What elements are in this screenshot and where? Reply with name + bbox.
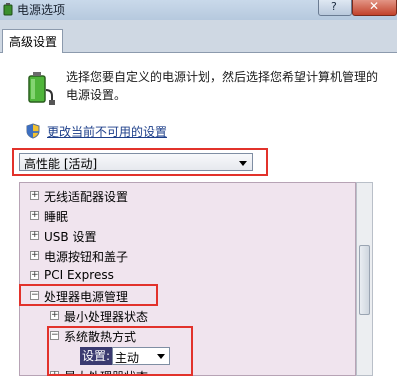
description-text: 选择您要自定义的电源计划，然后选择您希望计算机管理的电源设置。 [66,70,379,102]
title-bar: 电源选项 ? ✕ [0,0,397,20]
uac-shield-icon [26,123,40,139]
tree-item-label: 电源按钮和盖子 [44,250,129,264]
expand-icon[interactable]: + [50,311,59,320]
highlight-box-plan [12,148,268,176]
window-title: 电源选项 [17,3,66,17]
tree-item-label: 睡眠 [44,210,69,224]
expand-icon[interactable]: + [30,211,39,220]
highlight-box-cooling [47,326,193,376]
expand-icon[interactable]: + [30,191,39,200]
tree-item-label: 无线适配器设置 [44,190,129,204]
tab-label: 高级设置 [9,35,58,49]
expand-icon[interactable]: + [30,251,39,260]
close-button[interactable]: ✕ [352,0,397,16]
tree-item-label: USB 设置 [44,230,97,244]
power-options-icon [3,3,13,16]
highlight-box-processor [19,284,158,306]
tree-item-label: PCI Express [44,268,114,282]
scrollbar-thumb[interactable] [359,245,370,315]
expand-icon[interactable]: + [30,271,39,280]
expand-icon[interactable]: + [30,231,39,240]
battery-plug-icon [28,72,55,105]
change-unavailable-settings-link[interactable]: 更改当前不可用的设置 [47,123,167,140]
tree-scrollbar[interactable] [356,182,373,376]
help-button[interactable]: ? [318,0,352,16]
tab-advanced-settings[interactable]: 高级设置 [2,29,63,53]
tree-item-label: 最小处理器状态 [64,310,149,324]
